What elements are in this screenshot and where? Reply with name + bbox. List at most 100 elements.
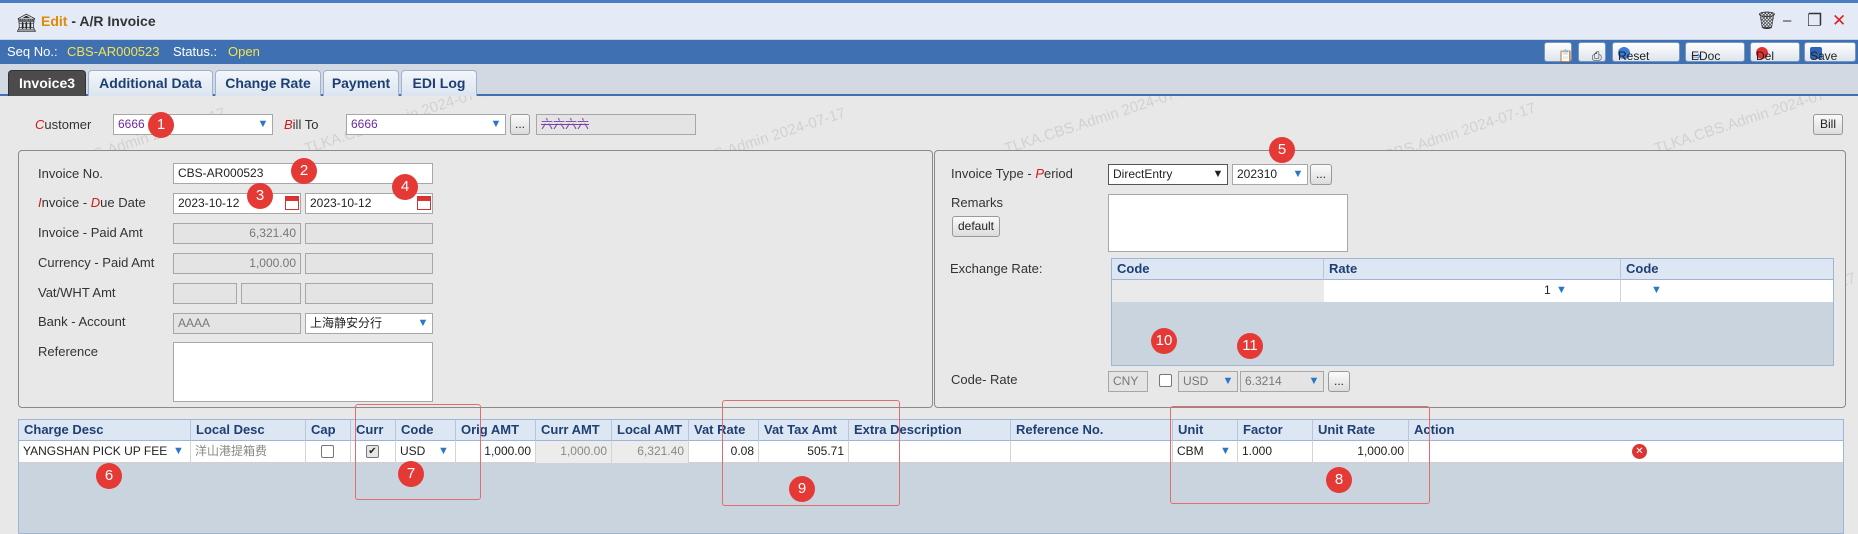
customer-label: Customer bbox=[35, 117, 92, 132]
invoice-paid-amt-label: Invoice - Paid Amt bbox=[38, 225, 143, 240]
exchange-code-cell[interactable]: ▼ bbox=[1621, 280, 1833, 302]
period-lookup-button[interactable]: ... bbox=[1310, 164, 1332, 185]
invoice-due-date-label: Invoice - Due Date bbox=[38, 195, 146, 210]
bank-icon: 🏛 bbox=[15, 13, 38, 33]
customer-select[interactable]: 6666 ▼ bbox=[113, 114, 273, 135]
period-select[interactable]: 202310 ▼ bbox=[1232, 164, 1308, 185]
chevron-down-icon: ▼ bbox=[1222, 375, 1234, 387]
unit-cell[interactable]: CBM ▼ bbox=[1173, 441, 1238, 463]
calendar-icon[interactable] bbox=[285, 196, 299, 210]
invoice-amt-field: 6,321.40 bbox=[173, 223, 301, 244]
bill-to-lookup-button[interactable]: ... bbox=[510, 114, 530, 135]
rate-select[interactable]: 6.3214 ▼ bbox=[1240, 371, 1324, 392]
annotation-badge: 3 bbox=[247, 183, 273, 209]
factor-cell[interactable]: 1.000 bbox=[1238, 441, 1313, 463]
annotation-badge: 4 bbox=[392, 174, 418, 200]
col-local-desc: Local Desc bbox=[191, 420, 306, 441]
extra-description-cell[interactable] bbox=[849, 441, 1011, 463]
code-cell[interactable]: USD ▼ bbox=[396, 441, 456, 463]
reference-textarea[interactable] bbox=[173, 342, 433, 402]
tab-change-rate[interactable]: Change Rate bbox=[215, 70, 321, 96]
print-button[interactable]: ⎙ bbox=[1578, 42, 1606, 63]
col-unit: Unit bbox=[1173, 420, 1238, 441]
seq-value: CBS-AR000523 bbox=[67, 44, 160, 59]
currency-paid-field bbox=[305, 253, 433, 274]
invoice-date-input[interactable]: 2023-10-12 bbox=[173, 193, 301, 214]
curr-amt-cell: 1,000.00 bbox=[536, 441, 612, 463]
status-value: Open bbox=[228, 44, 260, 59]
currency-amt-field: 1,000.00 bbox=[173, 253, 301, 274]
col-factor: Factor bbox=[1238, 420, 1313, 441]
tab-invoice3[interactable]: Invoice3 bbox=[8, 70, 86, 96]
tab-payment[interactable]: Payment bbox=[323, 70, 399, 96]
exchange-rate-row[interactable]: 1 ▼ ▼ bbox=[1112, 280, 1833, 302]
status-label: Status.: bbox=[173, 44, 218, 59]
cap-checkbox[interactable] bbox=[321, 445, 334, 458]
annotation-badge: 2 bbox=[291, 158, 317, 184]
action-cell: ✕ bbox=[1409, 441, 1843, 463]
col-action: Action bbox=[1414, 422, 1455, 437]
col-code: Code bbox=[396, 420, 456, 441]
restore-icon[interactable]: ❐ bbox=[1807, 12, 1822, 30]
print-icon: ⎙ bbox=[1592, 49, 1602, 63]
vat-tax-amt-cell[interactable]: 505.71 bbox=[759, 441, 849, 463]
reset-button[interactable]: Reset bbox=[1612, 42, 1680, 63]
col-local-amt: Local AMT bbox=[612, 420, 689, 441]
close-icon[interactable]: ✕ bbox=[1832, 12, 1846, 30]
col-rate: Rate bbox=[1324, 259, 1621, 280]
chevron-down-icon: ▼ bbox=[257, 118, 269, 130]
save-button[interactable]: Save bbox=[1804, 42, 1856, 63]
annotation-badge: 5 bbox=[1269, 137, 1295, 163]
chevron-down-icon: ▼ bbox=[1212, 168, 1224, 180]
delete-row-icon[interactable]: ✕ bbox=[1632, 444, 1647, 459]
bill-to-select[interactable]: 6666 ▼ bbox=[346, 114, 506, 135]
exchange-rate-cell[interactable]: 1 ▼ bbox=[1324, 280, 1621, 302]
invoice-type-period-label: Invoice Type - Period bbox=[951, 166, 1073, 181]
code-usd-select[interactable]: USD ▼ bbox=[1178, 371, 1238, 392]
edoc-button[interactable]: ⇒ EDoc bbox=[1685, 42, 1745, 63]
bill-to-label: Bill To bbox=[284, 117, 319, 132]
unit-rate-cell[interactable]: 1,000.00 bbox=[1313, 441, 1409, 463]
col-curr: Curr bbox=[351, 420, 396, 441]
vat-field bbox=[173, 283, 237, 304]
bill-button[interactable]: Bill bbox=[1813, 114, 1843, 135]
remarks-label: Remarks bbox=[951, 195, 1004, 210]
reference-no-cell[interactable] bbox=[1011, 441, 1173, 463]
chevron-down-icon: ▼ bbox=[438, 445, 449, 457]
curr-cell[interactable]: ✔ bbox=[351, 441, 396, 463]
trash-icon[interactable]: 🗑 bbox=[1756, 12, 1778, 30]
cap-cell[interactable] bbox=[306, 441, 351, 463]
table-row[interactable]: YANGSHAN PICK UP FEE ▼ 洋山港提箱费 ✔ USD ▼ 1,00… bbox=[19, 441, 1843, 463]
vat-wht-total-field bbox=[305, 283, 433, 304]
chevron-down-icon: ▼ bbox=[1556, 284, 1567, 296]
vat-rate-cell[interactable]: 0.08 bbox=[689, 441, 759, 463]
vat-wht-label: Vat/WHT Amt bbox=[38, 285, 116, 300]
col-vat-tax-amt: Vat Tax Amt bbox=[759, 420, 849, 441]
remarks-textarea[interactable] bbox=[1108, 194, 1348, 252]
charge-desc-cell[interactable]: YANGSHAN PICK UP FEE ▼ bbox=[19, 441, 191, 463]
currency-paid-amt-label: Currency - Paid Amt bbox=[38, 255, 155, 270]
code-rate-checkbox[interactable] bbox=[1159, 374, 1172, 387]
chevron-down-icon: ▼ bbox=[490, 118, 502, 130]
tab-bar: Invoice3 Additional Data Change Rate Pay… bbox=[0, 64, 1858, 96]
tab-edi-log[interactable]: EDI Log bbox=[401, 70, 477, 96]
orig-amt-cell[interactable]: 1,000.00 bbox=[456, 441, 536, 463]
annotation-badge: 6 bbox=[96, 463, 122, 489]
tab-additional-data[interactable]: Additional Data bbox=[88, 70, 213, 96]
rate-lookup-button[interactable]: ... bbox=[1328, 371, 1350, 392]
reference-label: Reference bbox=[38, 344, 98, 359]
col-cap: Cap bbox=[306, 420, 351, 441]
invoice-type-select[interactable]: DirectEntry ▼ bbox=[1108, 164, 1228, 185]
default-button[interactable]: default bbox=[952, 216, 1000, 237]
col-extra-description: Extra Description bbox=[849, 420, 1011, 441]
account-select[interactable]: 上海静安分行 ▼ bbox=[305, 313, 433, 334]
annotation-badge: 8 bbox=[1326, 467, 1352, 493]
copy-button[interactable]: 📋 bbox=[1544, 42, 1573, 63]
chevron-down-icon: ▼ bbox=[1308, 375, 1320, 387]
copy-icon: 📋 bbox=[1558, 49, 1573, 63]
annotation-badge: 11 bbox=[1237, 333, 1263, 359]
calendar-icon[interactable] bbox=[417, 196, 431, 210]
delete-button[interactable]: Del bbox=[1750, 42, 1800, 63]
minimize-icon[interactable]: – bbox=[1783, 12, 1791, 30]
curr-checkbox[interactable]: ✔ bbox=[366, 445, 379, 458]
